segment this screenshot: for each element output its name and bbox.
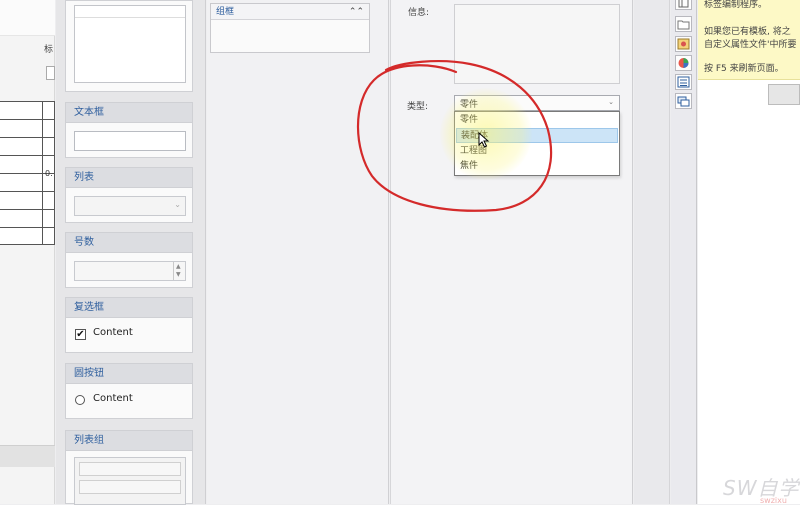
type-select-value: 零件 bbox=[460, 100, 479, 110]
list-preview bbox=[74, 5, 186, 83]
control-palette: 文本框 列表 ⌄ 号数 ▲ ▼ 复选框 ✔ Content 圆按钮 Content… bbox=[56, 0, 206, 505]
palette-card-list-group[interactable]: 列表组 bbox=[65, 430, 193, 505]
dropdown-option-weldment[interactable]: 焦件 bbox=[456, 159, 618, 174]
properties-panel: 信息: 类型: 零件 ⌄ 零件 装配体 工程图 焦件 bbox=[390, 0, 633, 504]
sheet-cell-value: 0. bbox=[45, 169, 53, 178]
task-pane: 标签编制程序。 如果您已有模板, 将之 自定义属性文件'中所要 按 F5 来刷新… bbox=[698, 0, 800, 504]
card-title: 圆按钮 bbox=[66, 364, 192, 384]
card-title: 文本框 bbox=[66, 103, 192, 123]
view-palette-icon[interactable] bbox=[675, 36, 692, 52]
task-pane-button[interactable] bbox=[768, 84, 800, 105]
radio-label: Content bbox=[93, 393, 133, 404]
palette-card-list[interactable] bbox=[65, 0, 193, 92]
chevron-down-icon: ⌄ bbox=[608, 98, 614, 106]
sheet-table: 0. bbox=[0, 101, 55, 245]
chevron-down-icon: ⌄ bbox=[174, 200, 181, 209]
resources-icon[interactable] bbox=[675, 0, 692, 10]
folder-icon[interactable] bbox=[675, 16, 692, 32]
number-preview: ▲ ▼ bbox=[74, 261, 186, 281]
card-title: 号数 bbox=[66, 233, 192, 253]
tip-line: 如果您已有模板, 将之 bbox=[704, 27, 791, 37]
palette-card-radio[interactable]: 圆按钮 Content bbox=[65, 363, 193, 419]
combo-preview: ⌄ bbox=[74, 196, 186, 216]
sheet-header bbox=[0, 0, 55, 36]
palette-card-number[interactable]: 号数 ▲ ▼ bbox=[65, 232, 193, 288]
spinner-icon: ▲ ▼ bbox=[173, 262, 185, 280]
collapse-icon[interactable]: ⌃⌃ bbox=[349, 4, 364, 20]
palette-card-list-box[interactable]: 列表 ⌄ bbox=[65, 167, 193, 223]
palette-card-textbox[interactable]: 文本框 bbox=[65, 102, 193, 158]
sheet-scrollbar[interactable] bbox=[0, 445, 55, 467]
forum-icon[interactable] bbox=[675, 93, 692, 109]
type-select[interactable]: 零件 ⌄ bbox=[454, 95, 620, 111]
dropdown-option-part[interactable]: 零件 bbox=[456, 113, 618, 128]
list-group-preview bbox=[74, 457, 186, 505]
tip-line: 按 F5 来刷新页面。 bbox=[704, 64, 784, 74]
info-textarea[interactable] bbox=[454, 4, 620, 84]
tip-line: 标签编制程序。 bbox=[704, 0, 768, 10]
group-box-header[interactable]: 组框 ⌃⌃ bbox=[211, 4, 369, 20]
info-label: 信息: bbox=[408, 8, 430, 18]
appearances-icon[interactable] bbox=[675, 55, 692, 71]
group-box[interactable]: 组框 ⌃⌃ bbox=[210, 3, 370, 53]
tip-box: 标签编制程序。 如果您已有模板, 将之 自定义属性文件'中所要 按 F5 来刷新… bbox=[698, 0, 800, 80]
sheet-label: 标 bbox=[44, 45, 54, 55]
task-pane-tabs bbox=[671, 0, 697, 504]
card-title: 列表组 bbox=[66, 431, 192, 451]
custom-properties-icon[interactable] bbox=[675, 74, 692, 90]
textbox-preview bbox=[74, 131, 186, 151]
card-title: 复选框 bbox=[66, 298, 192, 318]
tip-line: 自定义属性文件'中所要 bbox=[704, 40, 797, 50]
checkbox-checked-icon: ✔ bbox=[75, 329, 86, 340]
sheet-input[interactable] bbox=[46, 66, 55, 80]
checkbox-label: Content bbox=[93, 327, 133, 338]
mouse-pointer-icon bbox=[478, 132, 490, 148]
palette-card-checkbox[interactable]: 复选框 ✔ Content bbox=[65, 297, 193, 353]
radio-button-icon bbox=[75, 395, 85, 405]
design-canvas[interactable]: 组框 ⌃⌃ bbox=[207, 0, 389, 504]
panel-splitter[interactable] bbox=[634, 0, 670, 504]
type-label: 类型: bbox=[407, 102, 429, 112]
card-title: 列表 bbox=[66, 168, 192, 188]
group-box-title: 组框 bbox=[216, 7, 235, 17]
background-sheet: 标 0. bbox=[0, 0, 55, 504]
